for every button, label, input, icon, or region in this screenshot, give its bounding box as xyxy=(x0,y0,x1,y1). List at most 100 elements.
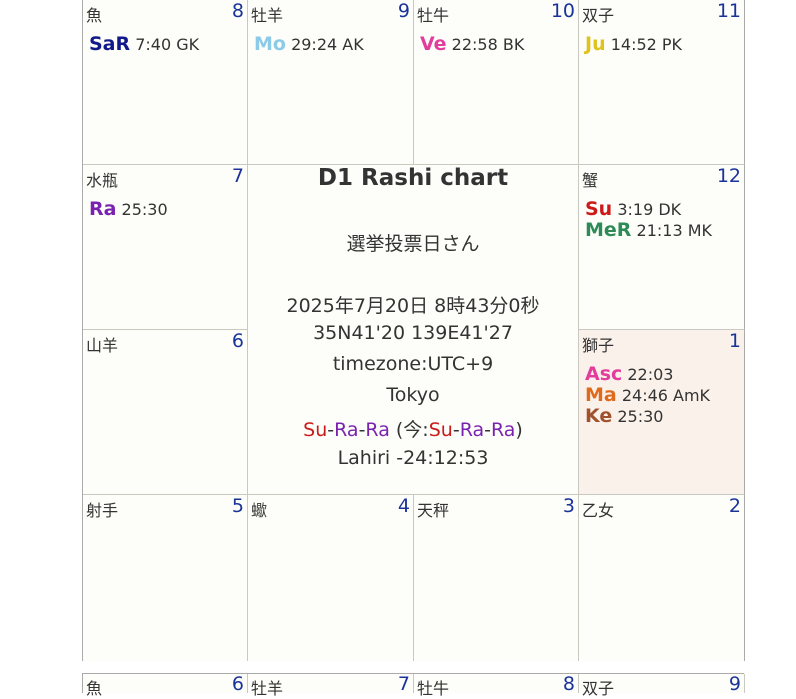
planet-list: Ra 25:30 xyxy=(89,199,168,220)
house-sign-label: 蠍 xyxy=(251,501,268,520)
dasha-ra: Ra xyxy=(334,419,359,441)
ayanamsa: Lahiri -24:12:53 xyxy=(337,447,489,469)
house-number: 7 xyxy=(397,673,410,695)
house-number: 4 xyxy=(397,495,410,517)
planet-name: MeR xyxy=(585,219,632,241)
planet-name: Ju xyxy=(585,33,606,55)
planet-name: Ke xyxy=(585,405,613,427)
chart-center-info: D1 Rashi chart 選挙投票日さん 2025年7月20日 8時43分0… xyxy=(248,165,579,495)
house-number: 11 xyxy=(716,0,741,22)
house-number: 7 xyxy=(231,165,244,187)
house-number: 8 xyxy=(562,673,575,695)
house-number: 6 xyxy=(231,330,244,352)
planet-degree: 24:46 AmK xyxy=(621,386,711,405)
house-sign-label: 牡羊 xyxy=(251,6,284,25)
person-name: 選挙投票日さん xyxy=(346,233,480,255)
planet-entry: Ju 14:52 PK xyxy=(585,34,682,55)
birth-datetime: 2025年7月20日 8時43分0秒 xyxy=(286,295,540,317)
planet-list: Mo 29:24 AK xyxy=(254,34,364,55)
planet-entry: Ve 22:58 BK xyxy=(420,34,524,55)
next-chart-house: 牡牛 8 xyxy=(414,673,579,698)
timezone: timezone:UTC+9 xyxy=(332,353,494,375)
house-9: 牡羊 9 Mo 29:24 AK xyxy=(248,0,414,165)
house-sign-label: 双子 xyxy=(582,6,615,25)
planet-degree: 25:30 xyxy=(617,407,664,426)
rashi-chart-grid: 魚 8 SaR 7:40 GK 牡羊 9 Mo 29:24 AK 牡牛 10 Ve 22:58 … xyxy=(82,0,745,661)
planet-name: Ve xyxy=(420,33,447,55)
house-sign-label: 山羊 xyxy=(86,336,119,355)
house-sign-label: 獅子 xyxy=(582,336,615,355)
planet-name: Su xyxy=(585,198,613,220)
house-6: 山羊 6 xyxy=(83,330,248,495)
house-11: 双子 11 Ju 14:52 PK xyxy=(579,0,745,165)
dasha-line: Su-Ra-Ra (今:Su-Ra-Ra) xyxy=(248,415,578,442)
house-4: 蠍4 xyxy=(248,495,414,661)
house-sign-label: 水瓶 xyxy=(86,171,119,190)
house-sign-label: 射手 xyxy=(86,501,119,520)
planet-degree: 21:13 MK xyxy=(636,221,713,240)
planet-entry: SaR 7:40 GK xyxy=(89,34,199,55)
planet-entry: Su 3:19 DK xyxy=(585,199,712,220)
house-3: 天秤 3 xyxy=(414,495,579,661)
dasha-su: Su xyxy=(428,419,453,441)
house-10: 牡牛 10 Ve 22:58 BK xyxy=(414,0,579,165)
planet-list: SaR 7:40 GK xyxy=(89,34,199,55)
house-sign-label: 乙女 xyxy=(582,501,615,520)
dasha-now-open: (今: xyxy=(389,419,429,441)
planet-name: Ra xyxy=(89,198,117,220)
house-sign-label: 蟹 xyxy=(582,171,599,190)
planet-degree: 22:58 BK xyxy=(451,35,525,54)
house-sign-label: 魚 xyxy=(86,6,103,25)
planet-entry: Ke 25:30 xyxy=(585,406,710,427)
house-5: 射手 5 xyxy=(83,495,248,661)
coordinates: 35N41'20 139E41'27 xyxy=(313,322,513,344)
next-chart-partial: 魚 6 牡羊 7 牡牛 8 双子 9 xyxy=(82,673,745,698)
dasha-sep: - xyxy=(452,419,460,441)
house-number: 2 xyxy=(728,495,741,517)
house-12: 蟹 12 Su 3:19 DK MeR 21:13 MK xyxy=(579,165,745,330)
house-number: 5 xyxy=(231,495,244,517)
planet-entry: MeR 21:13 MK xyxy=(585,220,712,241)
dasha-sep: - xyxy=(484,419,491,441)
house-number: 1 xyxy=(728,330,741,352)
dasha-now-close: ) xyxy=(515,419,523,441)
dasha-ra: Ra xyxy=(490,419,516,441)
chart-title: D1 Rashi chart xyxy=(317,165,509,191)
planet-list: Su 3:19 DK MeR 21:13 MK xyxy=(585,199,712,241)
place: Tokyo xyxy=(386,384,440,406)
house-7: 水瓶 7 Ra 25:30 xyxy=(83,165,248,330)
planet-degree: 14:52 PK xyxy=(610,35,683,54)
planet-name: Mo xyxy=(254,33,286,55)
planet-degree: 7:40 GK xyxy=(135,35,200,54)
dasha-ra: Ra xyxy=(459,419,485,441)
house-sign-label: 魚 xyxy=(86,679,103,698)
house-sign-label: 双子 xyxy=(582,679,615,698)
house-sign-label: 牡牛 xyxy=(417,679,450,698)
house-number: 3 xyxy=(562,495,575,517)
house-sign-label: 牡牛 xyxy=(417,6,450,25)
house-2: 乙女 2 xyxy=(579,495,745,661)
next-chart-house: 牡羊 7 xyxy=(248,673,414,698)
house-8: 魚 8 SaR 7:40 GK xyxy=(83,0,248,165)
planet-entry: Ma 24:46 AmK xyxy=(585,385,710,406)
house-number: 10 xyxy=(550,0,575,22)
planet-name: SaR xyxy=(89,33,131,55)
house-number: 12 xyxy=(716,165,741,187)
planet-degree: 22:03 xyxy=(627,365,674,384)
planet-name: Ma xyxy=(585,384,617,406)
house-number: 9 xyxy=(397,0,410,22)
house-number: 8 xyxy=(231,0,244,22)
planet-list: Ve 22:58 BK xyxy=(420,34,524,55)
planet-list: Ju 14:52 PK xyxy=(585,34,682,55)
house-1: 獅子 1 Asc 22:03 Ma 24:46 AmK Ke 25:30 xyxy=(579,330,745,495)
planet-name: Asc xyxy=(585,363,623,385)
next-chart-house: 双子 9 xyxy=(579,673,745,698)
planet-degree: 3:19 DK xyxy=(617,200,682,219)
planet-entry: Mo 29:24 AK xyxy=(254,34,364,55)
planet-degree: 29:24 AK xyxy=(291,35,364,54)
next-chart-house: 魚6 xyxy=(83,673,248,698)
planet-entry: Asc 22:03 xyxy=(585,364,710,385)
planet-degree: 25:30 xyxy=(121,200,168,219)
dasha-ra: Ra xyxy=(365,419,390,441)
dasha-su: Su xyxy=(303,419,328,441)
